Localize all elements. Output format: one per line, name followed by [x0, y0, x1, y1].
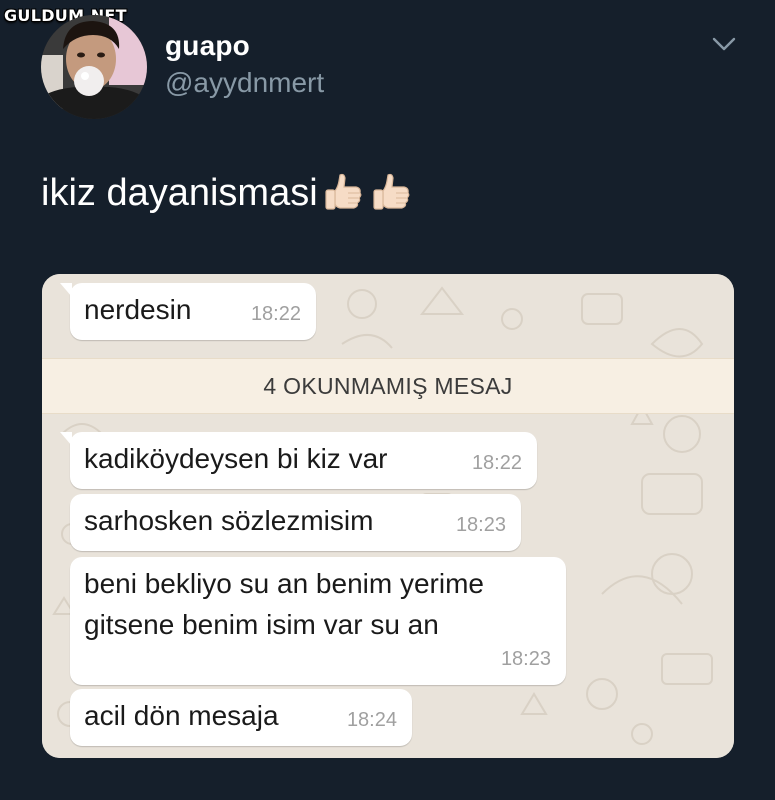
- message-bubble[interactable]: beni bekliyo su an benim yerime gitsene …: [70, 557, 566, 685]
- bubble-tail: [60, 432, 72, 446]
- unread-messages-divider: 4 OKUNMAMIŞ MESAJ: [42, 358, 734, 414]
- user-handle[interactable]: @ayydnmert: [165, 67, 324, 99]
- emoji-group: [320, 169, 416, 217]
- tweet-text: ikiz dayanismasi: [41, 166, 416, 220]
- message-time: 18:23: [500, 648, 551, 670]
- message-text: kadiköydeysen bi kiz var: [84, 443, 388, 474]
- avatar-image: [41, 15, 147, 119]
- message-time: 18:22: [250, 303, 301, 325]
- message-bubble[interactable]: kadiköydeysen bi kiz var 18:22: [60, 432, 537, 489]
- message-bubble[interactable]: sarhosken sözlezmisim 18:23: [70, 494, 521, 551]
- message-text: acil dön mesaja: [84, 700, 279, 731]
- message-text: gitsene benim isim var su an: [84, 609, 439, 640]
- message-time: 18:23: [455, 514, 506, 536]
- thumbs-up-icon: [373, 173, 410, 210]
- display-name[interactable]: guapo: [165, 30, 250, 62]
- bubble-tail: [60, 283, 72, 297]
- message-time: 18:24: [346, 709, 397, 731]
- message-text: beni bekliyo su an benim yerime: [84, 568, 484, 599]
- message-text: sarhosken sözlezmisim: [84, 505, 374, 536]
- message-bubble[interactable]: acil dön mesaja 18:24: [70, 689, 412, 746]
- avatar[interactable]: [41, 15, 147, 119]
- message-time: 18:22: [471, 452, 522, 474]
- thumbs-up-icon: [325, 173, 362, 210]
- message-text: nerdesin: [84, 294, 192, 325]
- message-bubble[interactable]: nerdesin 18:22: [60, 283, 316, 340]
- chat-screenshot: nerdesin 18:22 4 OKUNMAMIŞ MESAJ kadiköy…: [42, 274, 734, 758]
- tweet-body: ikiz dayanismasi: [41, 172, 318, 214]
- chevron-down-icon[interactable]: [710, 34, 738, 54]
